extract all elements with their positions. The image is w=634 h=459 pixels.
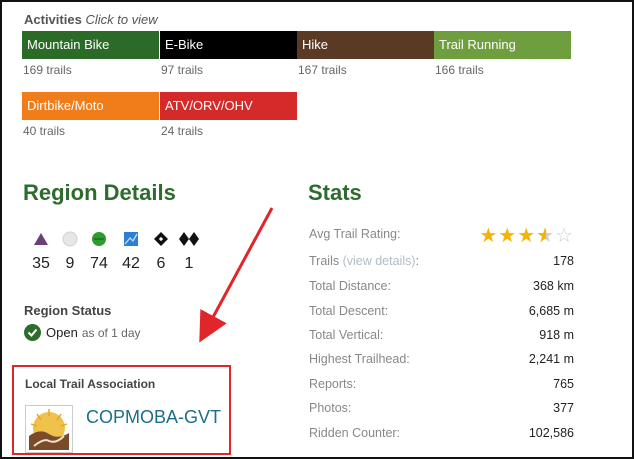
stats-title: Stats (308, 180, 362, 205)
stat-value: 368 km (533, 279, 574, 293)
activity-tile-atv-orv-ohv[interactable]: ATV/ORV/OHV 24 trails (160, 92, 297, 138)
stat-label: Highest Trailhead: (309, 352, 410, 366)
difficulty-item[interactable]: 1 (174, 230, 204, 273)
empty-star-icon: ☆ (555, 225, 574, 247)
star-icon: ★ (479, 225, 499, 247)
stat-value: 765 (553, 377, 574, 391)
stats-row: Total Vertical: 918 m (309, 328, 574, 346)
stat-value: 102,586 (528, 426, 574, 440)
stat-label: Photos: (309, 401, 352, 415)
association-label: Local Trail Association (25, 377, 156, 391)
activity-tile-mountain-bike[interactable]: Mountain Bike 169 trails (22, 31, 159, 77)
star-rating: ★★★★☆ (479, 223, 574, 248)
local-trail-association-box: Local Trail Association COPMOBA-GVT (12, 365, 231, 455)
difficulty-item[interactable]: 35 (26, 230, 56, 273)
white-circle-icon (55, 230, 85, 248)
activity-label[interactable]: ATV/ORV/OHV (160, 92, 297, 120)
activity-tile-hike[interactable]: Hike 167 trails (297, 31, 434, 77)
trails-label: Trails (view details): (309, 254, 419, 268)
blue-square-icon (116, 230, 146, 248)
activities-header: Activities Click to view (24, 12, 158, 27)
star-icon: ★ (517, 225, 537, 247)
stats-row-rating: Avg Trail Rating: ★★★★☆ (309, 223, 574, 248)
stat-value: 6,685 m (528, 304, 574, 318)
green-circle-icon (84, 230, 114, 248)
difficulty-item[interactable]: 74 (84, 230, 114, 273)
rating-label: Avg Trail Rating: (309, 227, 401, 241)
difficulty-count: 1 (184, 255, 194, 272)
activity-count: 97 trails (161, 63, 204, 77)
trails-label-colon: : (415, 254, 419, 268)
stats-row: Ridden Counter: 102,586 (309, 426, 574, 444)
stats-row: Total Descent: 6,685 m (309, 304, 574, 322)
difficulty-count: 9 (65, 255, 75, 272)
black-diamond-icon (146, 230, 176, 248)
difficulty-item[interactable]: 9 (55, 230, 85, 273)
stat-label: Ridden Counter: (309, 426, 401, 440)
association-logo[interactable] (25, 405, 73, 453)
purple-triangle-icon (26, 230, 56, 248)
activity-tile-trail-running[interactable]: Trail Running 166 trails (434, 31, 571, 77)
status-value: Open (46, 325, 78, 340)
page-frame: Activities Click to view Mountain Bike 1… (0, 0, 634, 459)
activity-count: 167 trails (298, 63, 347, 77)
activity-label[interactable]: Dirtbike/Moto (22, 92, 159, 120)
activity-label[interactable]: Trail Running (434, 31, 571, 59)
stats-row-trails: Trails (view details): 178 (309, 254, 574, 272)
difficulty-count: 42 (122, 255, 140, 272)
double-black-diamond-icon (174, 230, 204, 248)
activity-label[interactable]: E-Bike (160, 31, 297, 59)
difficulty-count: 6 (156, 255, 166, 272)
activities-title: Activities (24, 12, 82, 27)
activity-count: 166 trails (435, 63, 484, 77)
difficulty-count: 35 (32, 255, 50, 272)
activity-tile-dirtbike-moto[interactable]: Dirtbike/Moto 40 trails (22, 92, 159, 138)
activity-label[interactable]: Hike (297, 31, 434, 59)
activity-count: 24 trails (161, 124, 204, 138)
stat-value: 2,241 m (528, 352, 574, 366)
star-icon: ★ (498, 225, 518, 247)
half-star-icon: ★ (536, 223, 555, 248)
region-status-label: Region Status (24, 303, 112, 318)
trails-value: 178 (553, 254, 574, 268)
region-status: Open as of 1 day (24, 324, 141, 341)
status-asof: as of 1 day (81, 325, 141, 340)
difficulty-count: 74 (90, 255, 108, 272)
activity-count: 169 trails (23, 63, 72, 77)
activities-hint: Click to view (85, 12, 158, 27)
stat-label: Total Descent: (309, 304, 389, 318)
stats-row: Photos: 377 (309, 401, 574, 419)
trails-label-text: Trails (309, 254, 340, 268)
view-details-link[interactable]: (view details) (343, 254, 416, 268)
stat-label: Total Distance: (309, 279, 391, 293)
association-link[interactable]: COPMOBA-GVT (86, 407, 221, 428)
activity-label[interactable]: Mountain Bike (22, 31, 159, 59)
stats-row: Highest Trailhead: 2,241 m (309, 352, 574, 370)
check-circle-icon (24, 324, 41, 341)
stat-label: Reports: (309, 377, 357, 391)
difficulty-item[interactable]: 6 (146, 230, 176, 273)
stats-row: Total Distance: 368 km (309, 279, 574, 297)
activity-count: 40 trails (23, 124, 66, 138)
difficulty-item[interactable]: 42 (116, 230, 146, 273)
activity-tile-e-bike[interactable]: E-Bike 97 trails (160, 31, 297, 77)
stat-label: Total Vertical: (309, 328, 384, 342)
region-details-title: Region Details (23, 180, 176, 205)
stat-value: 377 (553, 401, 574, 415)
stat-value: 918 m (539, 328, 574, 342)
stats-row: Reports: 765 (309, 377, 574, 395)
